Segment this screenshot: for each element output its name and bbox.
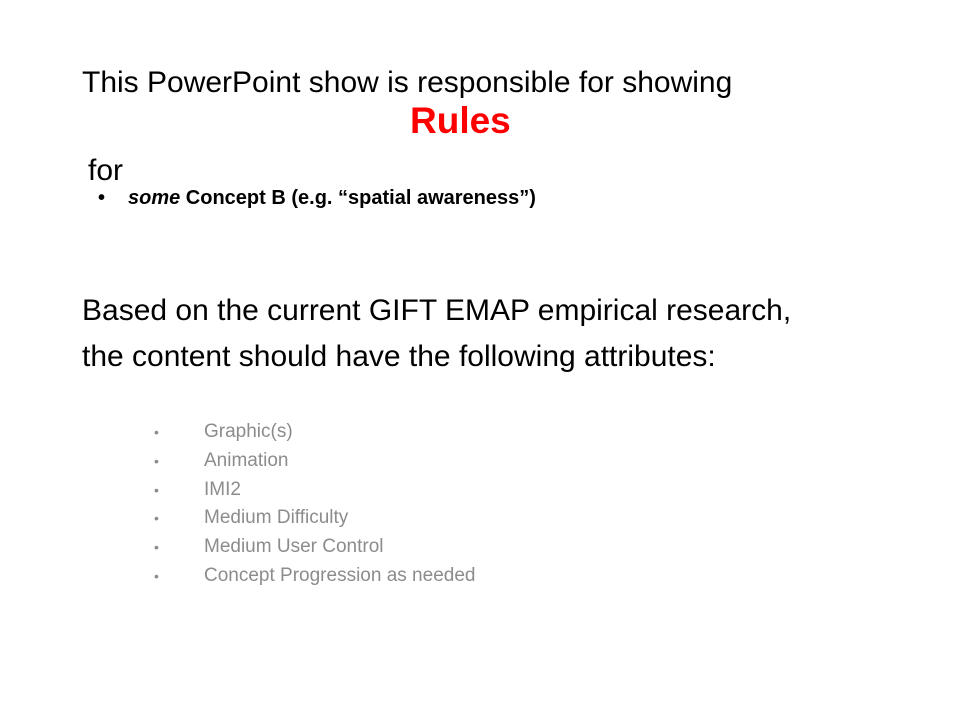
bullet-icon: •	[154, 567, 159, 584]
attribute-label: Concept Progression as needed	[204, 564, 476, 586]
attribute-label: Medium User Control	[204, 536, 384, 558]
attribute-item: • Graphic(s)	[152, 418, 475, 447]
attribute-list: • Graphic(s) • Animation • IMI2 • Medium Dif…	[152, 418, 475, 591]
attribute-item: • IMI2	[152, 476, 475, 505]
attribute-item: • Animation	[152, 447, 475, 476]
bullet-icon: •	[154, 539, 159, 556]
research-line: the content should have the following at…	[82, 340, 716, 373]
intro-text: This PowerPoint show is responsible for …	[82, 66, 733, 99]
research-paragraph: Based on the current GIFT EMAP empirical…	[82, 288, 942, 380]
bullet-icon: •	[154, 481, 159, 498]
bullet-icon: •	[98, 187, 106, 209]
attribute-label: Animation	[204, 449, 289, 471]
research-line: Based on the current GIFT EMAP empirical…	[82, 294, 792, 327]
bullet-icon: •	[154, 452, 159, 469]
concept-bullet-item: • some Concept B (e.g. “spatial awareness…	[98, 184, 536, 212]
rules-heading: Rules	[410, 100, 511, 141]
bullet-icon: •	[154, 510, 159, 527]
attribute-item: • Medium Difficulty	[152, 504, 475, 533]
concept-text: Concept B (e.g. “spatial awareness”)	[180, 187, 536, 209]
bullet-icon: •	[154, 424, 159, 440]
attribute-label: Graphic(s)	[204, 421, 293, 442]
attribute-label: Medium Difficulty	[204, 507, 349, 529]
attribute-label: IMI2	[204, 478, 241, 500]
attribute-item: • Medium User Control	[152, 533, 475, 562]
slide: This PowerPoint show is responsible for …	[0, 0, 960, 720]
attribute-item: • Concept Progression as needed	[152, 562, 475, 591]
concept-qualifier: some	[128, 187, 181, 209]
